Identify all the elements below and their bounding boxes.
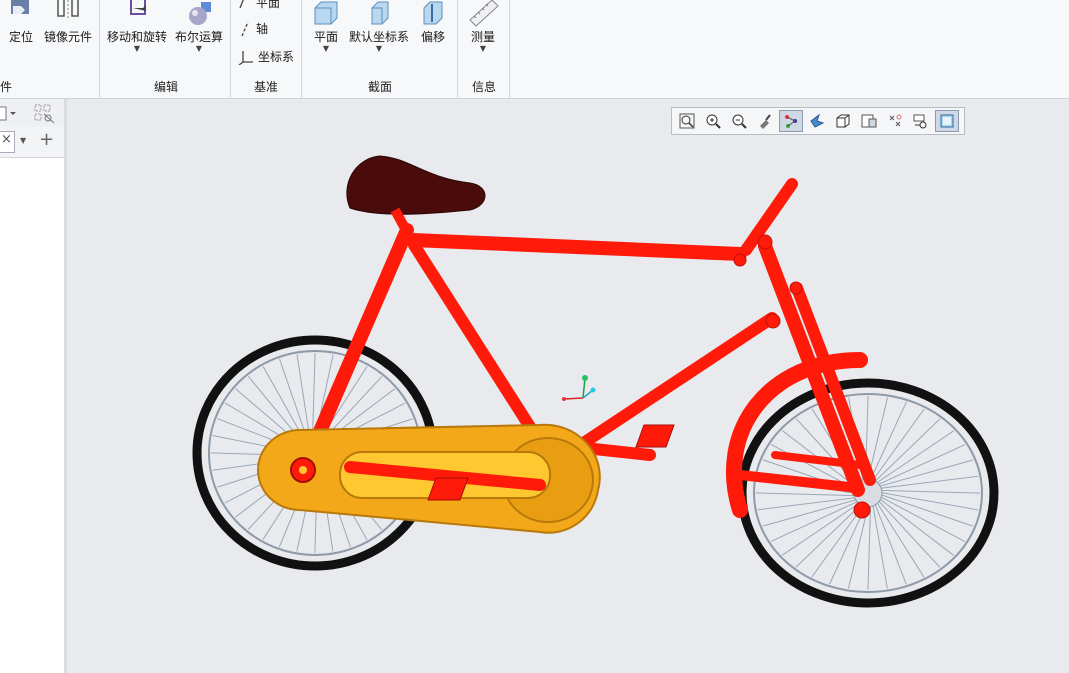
datum-plane-button[interactable]: 平面 — [238, 0, 280, 11]
zoom-out-icon[interactable] — [727, 110, 751, 132]
spoke — [875, 489, 981, 494]
datum-display-icon[interactable] — [779, 110, 803, 132]
csys-button[interactable]: 坐标系 — [238, 48, 294, 65]
model-tree-search-bar: × ▼ + — [0, 127, 64, 158]
offset-icon — [423, 1, 443, 25]
mirror-label: 镜像元件 — [43, 30, 92, 44]
measure-label: 测量 — [470, 30, 495, 44]
appearance-icon[interactable] — [909, 110, 933, 132]
axis-button[interactable]: 轴 — [238, 20, 268, 37]
tree-filter-icon[interactable] — [34, 104, 56, 124]
locate-icon — [11, 0, 29, 14]
move-rotate-button[interactable]: 移动和旋转 ▼ — [106, 0, 168, 54]
ruler-icon — [469, 0, 499, 27]
zoom-in-icon[interactable] — [701, 110, 725, 132]
measure-button[interactable]: 测量 ▼ — [464, 0, 502, 54]
chevron-down-icon: ▼ — [479, 44, 487, 53]
saved-views-icon[interactable] — [857, 110, 881, 132]
annotation-display-icon[interactable] — [883, 110, 907, 132]
repaint-icon[interactable] — [753, 110, 777, 132]
spoke — [874, 496, 941, 568]
datum-plane-icon — [239, 0, 244, 8]
default-csys-label: 默认坐标系 — [348, 30, 409, 44]
chevron-down-icon: ▼ — [195, 44, 203, 53]
spoke — [757, 496, 862, 511]
section-plane-label: 平面 — [313, 30, 338, 44]
model-tree-panel: × ▼ + — [0, 99, 65, 673]
group-separator — [99, 0, 100, 98]
model-tree-toolbar — [0, 99, 64, 128]
group-label-info: 信息 — [472, 80, 497, 94]
group-separator — [509, 0, 510, 98]
spoke — [875, 493, 966, 543]
axis-icon — [241, 21, 249, 36]
saddle — [346, 155, 486, 235]
chevron-down-icon: ▼ — [322, 44, 330, 53]
mirror-component-button[interactable]: 镜像元件 — [42, 0, 94, 44]
bicycle-model[interactable] — [67, 99, 1069, 673]
chevron-down-icon: ▼ — [375, 44, 383, 53]
refit-icon[interactable] — [675, 110, 699, 132]
locate-button[interactable]: 定位 — [6, 0, 36, 44]
spoke — [870, 418, 941, 486]
boolean-icon — [189, 2, 211, 25]
tree-settings-icon[interactable] — [0, 105, 16, 123]
csys-label: 坐标系 — [258, 50, 295, 64]
default-csys-section-icon — [371, 1, 389, 25]
view-toolbar — [671, 107, 965, 135]
chevron-down-icon[interactable]: ▼ — [20, 136, 26, 145]
datum-plane-label: 平面 — [256, 0, 281, 10]
boolean-button[interactable]: 布尔运算 ▼ — [173, 0, 225, 54]
default-csys-button[interactable]: 默认坐标系 ▼ — [347, 0, 411, 54]
add-icon[interactable]: + — [39, 129, 54, 150]
group-separator — [301, 0, 302, 98]
spoke — [871, 499, 888, 589]
csys-icon — [238, 50, 253, 65]
triad-csys-icon — [562, 375, 596, 401]
locate-label: 定位 — [8, 30, 33, 44]
graphics-window[interactable] — [67, 99, 1069, 673]
axis-label: 轴 — [256, 22, 269, 36]
chevron-down-icon: ▼ — [133, 44, 141, 53]
section-plane-button[interactable]: 平面 ▼ — [308, 0, 344, 54]
group-label-datum: 基准 — [254, 80, 279, 94]
move-rotate-icon — [130, 0, 146, 15]
spoke — [871, 430, 955, 487]
spoke — [868, 408, 925, 486]
spoke — [781, 499, 865, 556]
clear-search-icon[interactable]: × — [1, 132, 12, 147]
group-label-section: 截面 — [368, 80, 393, 94]
offset-button[interactable]: 偏移 — [416, 0, 450, 44]
spoke — [875, 492, 974, 527]
shading-icon[interactable] — [935, 110, 959, 132]
spoke — [755, 492, 861, 497]
boolean-label: 布尔运算 — [174, 30, 223, 44]
group-separator — [230, 0, 231, 98]
offset-label: 偏移 — [420, 30, 445, 44]
spoke — [867, 401, 907, 486]
move-rotate-label: 移动和旋转 — [106, 30, 167, 44]
group-label-edit: 编辑 — [154, 80, 179, 94]
spoke — [874, 475, 979, 490]
group-label-component: 件 — [0, 80, 13, 94]
display-style-icon[interactable] — [831, 110, 855, 132]
ribbon: 定位 镜像元件 移动和旋转 ▼ 布尔运算 ▼ 平面 轴 坐标系 平面 ▼ 默认坐… — [0, 0, 1069, 99]
section-plane-icon — [314, 1, 338, 25]
mirror-icon — [57, 0, 79, 18]
chainguard — [257, 423, 601, 534]
spin-center-icon[interactable] — [805, 110, 829, 132]
group-separator — [457, 0, 458, 98]
front-wheel — [737, 378, 999, 608]
spoke — [875, 495, 955, 556]
